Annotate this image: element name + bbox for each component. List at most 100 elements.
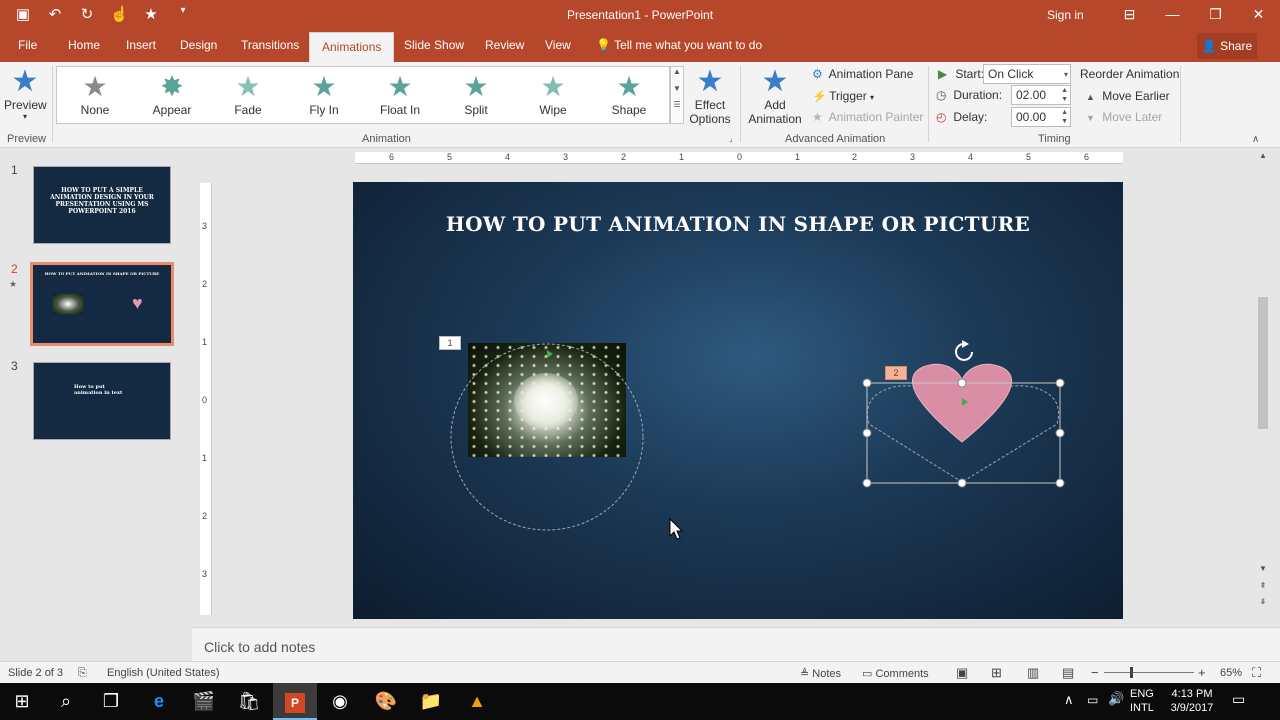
restore-icon[interactable]: ❐ <box>1194 0 1237 30</box>
anim-float-in[interactable]: ★ Float In <box>365 71 435 117</box>
ribbon-display-options-icon[interactable]: ⊟ <box>1108 0 1151 30</box>
volume-icon[interactable]: 🔊 <box>1108 692 1124 706</box>
chrome-icon[interactable]: ◉ <box>318 683 362 720</box>
search-icon[interactable]: ⌕ <box>44 683 88 720</box>
slide-show-icon[interactable]: ▤ <box>1062 665 1074 681</box>
input-language[interactable]: ENG INTL <box>1130 687 1154 715</box>
scroll-down-icon[interactable]: ▼ <box>1256 564 1270 573</box>
resize-handle[interactable] <box>957 378 967 388</box>
resize-handle[interactable] <box>862 378 872 388</box>
tab-file[interactable]: File <box>18 38 37 52</box>
tell-me-box[interactable]: 💡 Tell me what you want to do <box>596 38 762 52</box>
scroll-up-icon[interactable]: ▲ <box>1256 151 1270 160</box>
battery-icon[interactable]: ▭ <box>1087 693 1098 707</box>
editor-scrollbar[interactable]: ▲ ▼ ⇞ ⇟ <box>1256 149 1270 627</box>
paint-icon[interactable]: 🎨 <box>364 683 408 720</box>
slide-sorter-icon[interactable]: ⊞ <box>991 665 1002 681</box>
resize-handle[interactable] <box>1055 428 1065 438</box>
sign-in-link[interactable]: Sign in <box>1047 8 1084 22</box>
store-icon[interactable]: 🛍 <box>227 683 271 720</box>
tray-chevron-icon[interactable]: ∧ <box>1064 693 1074 707</box>
minimize-icon[interactable]: — <box>1151 0 1194 30</box>
notes-placeholder[interactable]: Click to add notes <box>204 639 315 655</box>
comments-button[interactable]: ▭ Comments <box>862 667 929 680</box>
zoom-in-icon[interactable]: + <box>1198 665 1206 680</box>
gallery-down-icon[interactable]: ▼ <box>671 84 683 93</box>
anim-none[interactable]: ★ None <box>60 71 130 117</box>
fit-to-window-icon[interactable]: ⛶ <box>1252 665 1261 681</box>
zoom-out-icon[interactable]: − <box>1091 665 1099 680</box>
resize-handle[interactable] <box>1055 478 1065 488</box>
tab-review[interactable]: Review <box>485 38 524 52</box>
anim-shape[interactable]: ★ Shape <box>594 71 664 117</box>
anim-fade[interactable]: ★ Fade <box>213 71 283 117</box>
ruler-tick: 1 <box>202 337 208 347</box>
move-earlier-label: Move Earlier <box>1102 89 1170 103</box>
tab-design[interactable]: Design <box>180 38 217 52</box>
zoom-level[interactable]: 65% <box>1220 667 1242 679</box>
move-later-button[interactable]: ▼ Move Later <box>1086 110 1162 124</box>
slide-overlay <box>450 340 1065 540</box>
slide-thumbnail-1[interactable]: HOW TO PUT A SIMPLE ANIMATION DESIGN IN … <box>33 166 171 244</box>
anim-fly-in[interactable]: ★ Fly In <box>289 71 359 117</box>
spell-check-icon[interactable]: ⎘ <box>78 667 87 680</box>
file-explorer-icon[interactable]: 📁 <box>409 683 453 720</box>
slide-thumbnail-2[interactable]: HOW TO PUT ANIMATION IN SHAPE OR PICTURE… <box>30 262 174 346</box>
scroll-thumb[interactable] <box>1258 297 1268 429</box>
animation-painter-button[interactable]: ★ Animation Painter <box>812 110 923 124</box>
anim-appear[interactable]: ✸ Appear <box>137 71 207 117</box>
resize-handle[interactable] <box>862 428 872 438</box>
resize-handle[interactable] <box>1055 378 1065 388</box>
slide-canvas[interactable]: HOW TO PUT ANIMATION IN SHAPE OR PICTURE… <box>353 182 1123 619</box>
tab-insert[interactable]: Insert <box>126 38 156 52</box>
stepper-arrows-icon[interactable]: ▲ ▼ <box>1061 108 1068 126</box>
stepper-arrows-icon[interactable]: ▲ ▼ <box>1061 86 1068 104</box>
collapse-ribbon-icon[interactable]: ∧ <box>1252 134 1259 145</box>
effect-options-button[interactable]: ★ Effect Options <box>688 66 732 127</box>
duration-stepper[interactable]: 02.00 ▲ ▼ <box>1011 85 1071 105</box>
delay-stepper[interactable]: 00.00 ▲ ▼ <box>1011 107 1071 127</box>
language[interactable]: English (United States) <box>107 667 220 679</box>
circle-motion-path[interactable] <box>450 343 644 531</box>
resize-handle[interactable] <box>862 478 872 488</box>
slide-thumbnail-3[interactable]: How to put animation in text <box>33 362 171 440</box>
zoom-slider[interactable] <box>1104 672 1194 673</box>
action-center-icon[interactable]: ▭ <box>1232 692 1245 706</box>
next-slide-icon[interactable]: ⇟ <box>1256 597 1270 606</box>
notes-pane[interactable]: Click to add notes <box>192 627 1280 661</box>
clock[interactable]: 4:13 PM 3/9/2017 <box>1164 687 1220 715</box>
zoom-slider-knob[interactable] <box>1130 667 1133 678</box>
add-animation-button[interactable]: ★ Add Animation <box>744 66 806 127</box>
tab-slide-show[interactable]: Slide Show <box>404 38 464 52</box>
gallery-scroll[interactable]: ▲ ▼ ☰ <box>670 66 684 124</box>
trigger-button[interactable]: ⚡ Trigger ▾ <box>812 89 874 103</box>
animation-pane-button[interactable]: ⚙ Animation Pane <box>812 67 913 81</box>
edge-icon[interactable]: e <box>137 683 181 720</box>
normal-view-icon[interactable]: ▣ <box>956 665 968 681</box>
windows-start-icon[interactable]: ⊞ <box>0 683 44 720</box>
notes-button[interactable]: ≜ Notes <box>800 667 841 680</box>
reading-view-icon[interactable]: ▥ <box>1027 665 1039 681</box>
movie-maker-icon[interactable]: 🎬 <box>182 683 226 720</box>
task-view-icon[interactable]: ❐ <box>89 683 133 720</box>
animation-pane-label: Animation Pane <box>828 67 914 81</box>
tab-home[interactable]: Home <box>68 38 100 52</box>
tab-animations[interactable]: Animations <box>309 32 395 62</box>
dialog-launcher-icon[interactable]: ⌟ <box>729 134 733 143</box>
vlc-icon[interactable]: ▲ <box>455 683 499 720</box>
previous-slide-icon[interactable]: ⇞ <box>1256 581 1270 590</box>
share-button[interactable]: 👤 Share <box>1197 33 1257 59</box>
anim-split[interactable]: ★ Split <box>441 71 511 117</box>
tab-view[interactable]: View <box>545 38 571 52</box>
resize-handle[interactable] <box>957 478 967 488</box>
move-earlier-button[interactable]: ▲ Move Earlier <box>1086 89 1170 103</box>
powerpoint-icon[interactable]: P <box>273 683 317 720</box>
start-label: Start: <box>955 67 985 81</box>
preview-button[interactable]: ★ Preview ▾ <box>4 66 47 122</box>
tab-transitions[interactable]: Transitions <box>241 38 299 52</box>
gallery-up-icon[interactable]: ▲ <box>671 67 683 76</box>
start-dropdown[interactable]: On Click ▾ <box>983 64 1071 84</box>
close-icon[interactable]: ✕ <box>1237 0 1280 30</box>
anim-wipe[interactable]: ★ Wipe <box>518 71 588 117</box>
gallery-more-icon[interactable]: ☰ <box>671 100 683 109</box>
